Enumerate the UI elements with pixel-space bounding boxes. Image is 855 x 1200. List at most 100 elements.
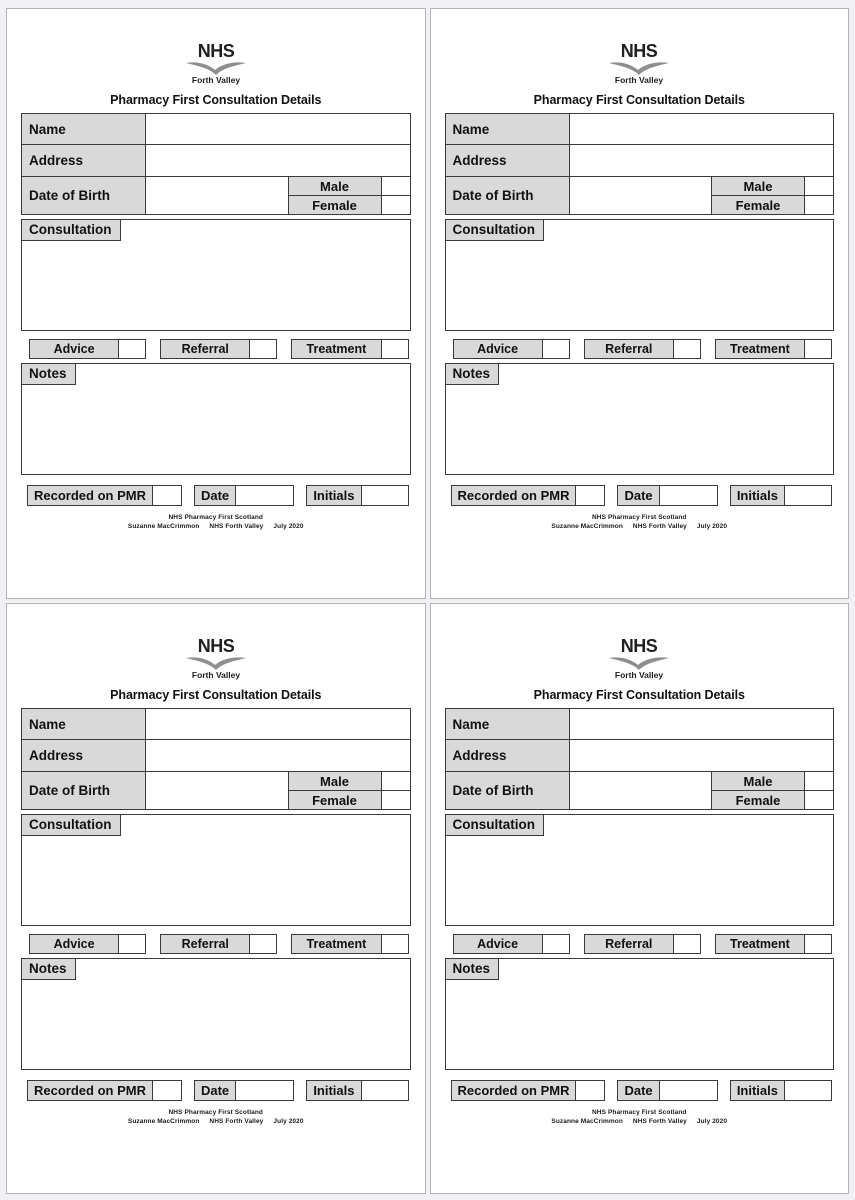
outcome-treatment[interactable]: Treatment [291,934,409,954]
treatment-checkbox[interactable] [381,340,408,358]
pmr-checkbox[interactable] [576,1081,605,1100]
dob-input[interactable] [569,772,711,809]
referral-checkbox[interactable] [673,340,700,358]
record-date[interactable]: Date [193,1080,295,1101]
address-label: Address [22,145,146,176]
outcome-treatment[interactable]: Treatment [714,339,833,359]
record-date[interactable]: Date [193,485,295,506]
recorded-on-pmr[interactable]: Recorded on PMR [27,485,182,506]
dob-input[interactable] [569,177,711,214]
name-input[interactable] [569,709,833,739]
consultation-label: Consultation [22,220,121,241]
advice-checkbox[interactable] [119,340,146,358]
record-date[interactable]: Date [617,485,718,506]
consultation-box[interactable]: Consultation [444,814,834,926]
date-input[interactable] [236,1081,294,1100]
name-input[interactable] [569,114,833,144]
male-checkbox[interactable] [381,177,410,195]
patient-details-table: Name Address Date of Birth Male Female [444,708,834,810]
sex-row-male: Male [712,177,833,196]
outcome-referral[interactable]: Referral [583,339,701,359]
date-input[interactable] [659,486,717,505]
outcome-advice[interactable]: Advice [452,339,570,359]
male-checkbox[interactable] [805,177,833,195]
referral-checkbox[interactable] [673,935,700,953]
footer-line-2: Suzanne MacCrimmon NHS Forth Valley July 2… [445,522,835,531]
advice-checkbox[interactable] [542,935,569,953]
sex-row-female: Female [288,791,410,809]
address-input[interactable] [146,740,410,771]
dob-input[interactable] [146,772,288,809]
outcome-advice[interactable]: Advice [29,934,147,954]
treatment-checkbox[interactable] [805,340,832,358]
referral-checkbox[interactable] [250,935,277,953]
record-initials[interactable]: Initials [729,1080,832,1101]
advice-label: Advice [453,935,543,953]
female-checkbox[interactable] [805,791,833,809]
address-input[interactable] [146,145,410,176]
sex-selection: Male Female [287,177,410,214]
notes-box[interactable]: Notes [444,958,834,1070]
notes-box[interactable]: Notes [21,363,411,475]
record-row: Recorded on PMR Date Initials [21,1080,411,1101]
dob-input[interactable] [146,177,288,214]
notes-label: Notes [22,959,76,980]
outcome-advice[interactable]: Advice [452,934,570,954]
outcome-advice[interactable]: Advice [29,339,147,359]
female-checkbox[interactable] [381,196,410,214]
notes-box[interactable]: Notes [21,958,411,1070]
consultation-box[interactable]: Consultation [21,219,411,331]
pmr-checkbox[interactable] [152,486,181,505]
outcome-treatment[interactable]: Treatment [714,934,833,954]
name-label: Name [22,114,146,144]
recorded-on-pmr[interactable]: Recorded on PMR [27,1080,182,1101]
address-input[interactable] [569,145,833,176]
address-input[interactable] [569,740,833,771]
recorded-on-pmr[interactable]: Recorded on PMR [450,1080,606,1101]
outcome-treatment[interactable]: Treatment [291,339,409,359]
female-label: Female [712,196,805,214]
record-initials[interactable]: Initials [306,1080,409,1101]
name-input[interactable] [146,709,410,739]
nhs-forth-valley-logo: NHS Forth Valley [21,624,411,680]
recorded-on-pmr[interactable]: Recorded on PMR [450,485,606,506]
outcome-referral[interactable]: Referral [583,934,701,954]
pmr-label: Recorded on PMR [28,1081,153,1100]
initials-label: Initials [307,486,362,505]
advice-checkbox[interactable] [119,935,146,953]
initials-input[interactable] [361,486,408,505]
initials-input[interactable] [785,486,831,505]
footer-date: July 2020 [273,1118,304,1126]
footer-credit: NHS Pharmacy First Scotland Suzanne MacC… [445,1108,835,1127]
name-input[interactable] [146,114,410,144]
female-checkbox[interactable] [805,196,833,214]
male-checkbox[interactable] [381,772,410,790]
pmr-label: Recorded on PMR [28,486,153,505]
record-initials[interactable]: Initials [729,485,832,506]
advice-checkbox[interactable] [542,340,569,358]
row-address: Address [444,740,834,772]
referral-checkbox[interactable] [250,340,277,358]
outcome-referral[interactable]: Referral [160,339,278,359]
treatment-checkbox[interactable] [381,935,408,953]
date-input[interactable] [659,1081,717,1100]
pmr-checkbox[interactable] [152,1081,181,1100]
row-date-of-birth: Date of Birth Male Female [444,177,834,215]
footer-date: July 2020 [696,1118,728,1126]
date-label: Date [194,1081,237,1100]
male-checkbox[interactable] [805,772,833,790]
female-checkbox[interactable] [381,791,410,809]
sex-selection: Male Female [287,772,410,809]
initials-input[interactable] [361,1081,408,1100]
pmr-checkbox[interactable] [576,486,605,505]
consultation-box[interactable]: Consultation [444,219,834,331]
date-input[interactable] [236,486,294,505]
consultation-box[interactable]: Consultation [21,814,411,926]
record-initials[interactable]: Initials [306,485,409,506]
initials-input[interactable] [785,1081,831,1100]
notes-box[interactable]: Notes [444,363,834,475]
treatment-checkbox[interactable] [805,935,832,953]
sex-row-male: Male [712,772,833,791]
outcome-referral[interactable]: Referral [160,934,278,954]
record-date[interactable]: Date [617,1080,718,1101]
